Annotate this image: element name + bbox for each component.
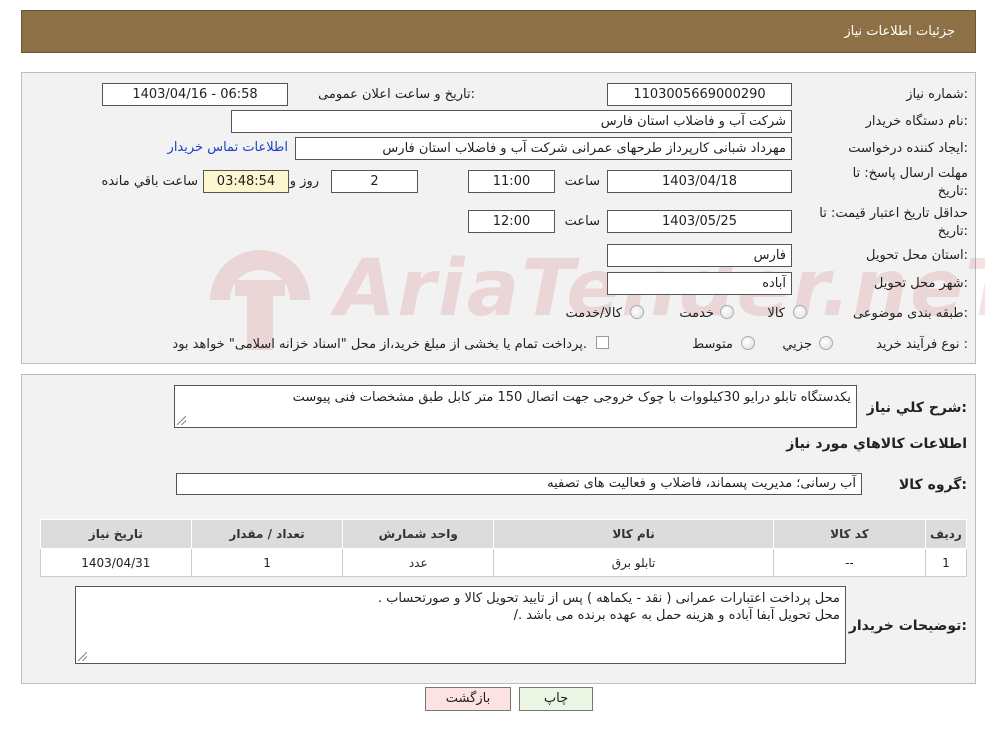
table-row: 1 -- تابلو برق عدد 1 1403/04/31: [40, 548, 968, 577]
goods-table-header: رديف کد کالا نام کالا واحد شمارش تعداد /…: [40, 519, 968, 549]
category-goods-service-radio[interactable]: [630, 305, 644, 319]
cell-goods-code: --: [773, 548, 926, 577]
cell-need-date: 1403/04/31: [40, 548, 192, 577]
deadline-date-label: تاریخ:: [937, 184, 968, 199]
city-label: شهر محل تحویل:: [873, 276, 968, 291]
buyer-org-label: نام دستگاه خریدار:: [865, 114, 968, 129]
summary-textarea[interactable]: یکدستگاه تابلو درایو 30کیلووات با چوک خر…: [174, 385, 857, 428]
deadline-time-field[interactable]: 11:00: [468, 170, 555, 193]
deadline-label: مهلت ارسال پاسخ: تا: [852, 166, 968, 181]
process-medium-label: متوسط: [692, 337, 733, 352]
goods-table: رديف کد کالا نام کالا واحد شمارش تعداد /…: [40, 519, 968, 577]
col-goods-code: کد کالا: [773, 519, 926, 549]
buyer-notes-textarea[interactable]: محل پرداخت اعتبارات عمرانی ( نقد - یکماه…: [75, 586, 846, 664]
summary-text: یکدستگاه تابلو درایو 30کیلووات با چوک خر…: [292, 390, 851, 405]
cell-row-number: 1: [924, 548, 968, 577]
process-medium-radio[interactable]: [741, 336, 755, 350]
col-row-number: رديف: [924, 519, 968, 549]
announce-datetime-field[interactable]: 1403/04/16 - 06:58: [102, 83, 288, 106]
process-label: نوع فرآیند خرید :: [876, 337, 968, 352]
resize-grip-icon[interactable]: [177, 416, 186, 425]
province-field[interactable]: فارس: [607, 244, 792, 267]
buyer-org-field[interactable]: شرکت آب و فاضلاب استان فارس: [231, 110, 792, 133]
category-service-radio[interactable]: [720, 305, 734, 319]
page-title: جزئیات اطلاعات نیاز: [844, 24, 955, 39]
validity-date-field[interactable]: 1403/05/25: [607, 210, 792, 233]
goods-info-title: اطلاعات کالاهاي مورد نياز: [786, 436, 967, 452]
treasury-payment-checkbox[interactable]: [596, 336, 609, 349]
back-button[interactable]: بازگشت: [425, 687, 511, 711]
category-label: طبقه بندی موضوعی:: [852, 306, 968, 321]
city-field[interactable]: آباده: [607, 272, 792, 295]
remaining-time-field: 03:48:54: [203, 170, 289, 193]
buyer-contact-link[interactable]: اطلاعات تماس خریدار: [168, 140, 288, 155]
need-number-label: شماره نیاز:: [906, 87, 968, 102]
page-header: جزئیات اطلاعات نیاز: [21, 10, 976, 53]
validity-time-field[interactable]: 12:00: [468, 210, 555, 233]
creator-field[interactable]: مهرداد شبانی کارپرداز طرحهای عمرانی شرکت…: [295, 137, 792, 160]
buyer-notes-line-1: محل پرداخت اعتبارات عمرانی ( نقد - یکماه…: [377, 591, 840, 606]
cell-goods-name: تابلو برق: [493, 548, 775, 577]
category-service-label: خدمت: [679, 306, 714, 321]
category-goods-radio[interactable]: [793, 305, 807, 319]
process-minor-radio[interactable]: [819, 336, 833, 350]
summary-label: شرح کلي نياز:: [866, 400, 967, 416]
need-number-field[interactable]: 1103005669000290: [607, 83, 792, 106]
creator-label: ایجاد کننده درخواست:: [848, 141, 968, 156]
col-goods-name: نام کالا: [493, 519, 775, 549]
goods-group-label: گروه کالا:: [898, 477, 967, 493]
days-remaining-field[interactable]: 2: [331, 170, 418, 193]
treasury-payment-note: پرداخت تمام یا بخشی از مبلغ خرید،از محل …: [172, 337, 587, 352]
deadline-time-label: ساعت: [564, 174, 600, 189]
goods-group-field[interactable]: آب رسانی؛ مدیریت پسماند، فاضلاب و فعالیت…: [176, 473, 862, 495]
cell-quantity: 1: [190, 548, 344, 577]
days-label: روز و: [289, 174, 319, 189]
print-button[interactable]: چاپ: [519, 687, 593, 711]
validity-time-label: ساعت: [564, 214, 600, 229]
remaining-time-label: ساعت باقي مانده: [101, 174, 198, 189]
col-need-date: تاریخ نیاز: [40, 519, 192, 549]
process-minor-label: جزيي: [782, 337, 812, 352]
category-goods-label: کالا: [767, 306, 785, 321]
category-goods-service-label: کالا/خدمت: [565, 306, 622, 321]
buyer-notes-label: توضیحات خریدار:: [848, 618, 967, 634]
validity-label: حداقل تاریخ اعتبار قیمت: تا: [819, 206, 968, 221]
deadline-date-field[interactable]: 1403/04/18: [607, 170, 792, 193]
province-label: استان محل تحویل:: [866, 248, 968, 263]
resize-grip-icon[interactable]: [78, 652, 87, 661]
col-quantity: تعداد / مقدار: [190, 519, 344, 549]
validity-date-label: تاریخ:: [937, 224, 968, 239]
buyer-notes-line-2: محل تحویل آبفا آباده و هزینه حمل به عهده…: [513, 608, 840, 623]
announce-label: تاریخ و ساعت اعلان عمومی:: [318, 87, 475, 102]
cell-unit: عدد: [342, 548, 495, 577]
col-unit: واحد شمارش: [342, 519, 495, 549]
